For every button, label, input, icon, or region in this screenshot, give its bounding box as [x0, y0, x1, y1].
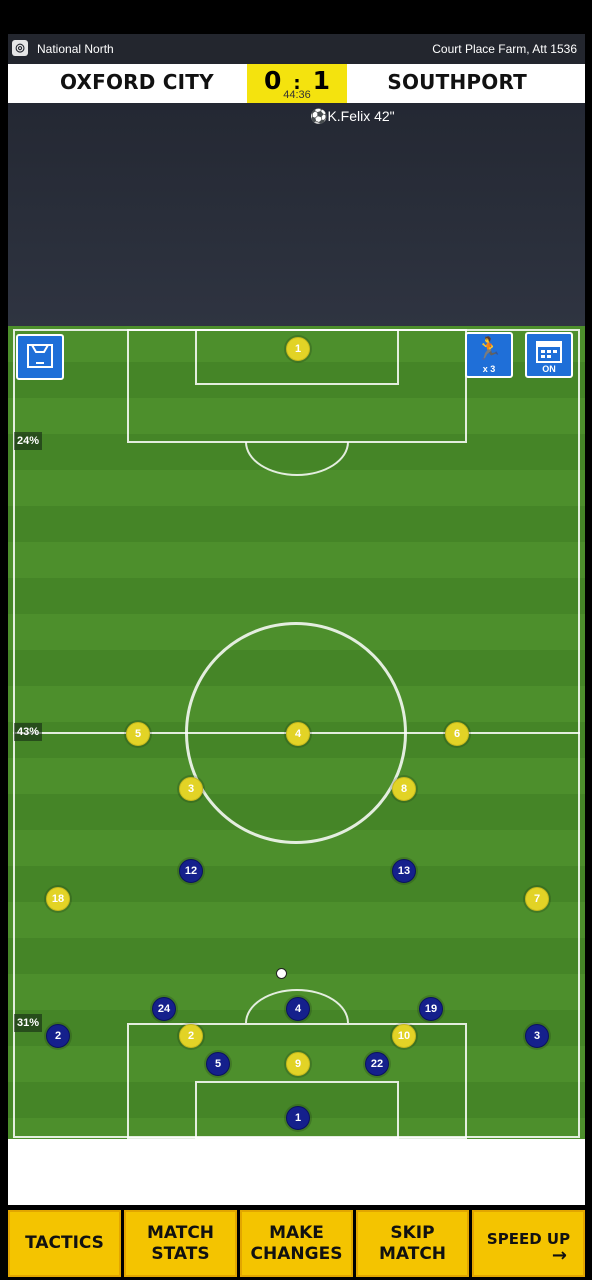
make-changes-label: MAKE CHANGES: [250, 1223, 343, 1264]
commentary-bar: [8, 1139, 585, 1205]
player-blue[interactable]: 24: [152, 997, 176, 1021]
formation-view-button[interactable]: [16, 334, 64, 380]
player-blue[interactable]: 19: [419, 997, 443, 1021]
player-yellow[interactable]: 2: [179, 1024, 203, 1048]
arrow-right-icon: →: [551, 1245, 567, 1267]
status-area: [0, 0, 592, 34]
match-info-bar: ◎ National North Court Place Farm, Att 1…: [8, 34, 585, 64]
match-stats-button[interactable]: MATCH STATS: [124, 1210, 237, 1277]
player-blue[interactable]: 12: [179, 859, 203, 883]
soccer-ball-icon: ⚽: [310, 108, 328, 124]
skip-match-button[interactable]: SKIP MATCH: [356, 1210, 469, 1277]
speed-up-button[interactable]: SPEED UP →: [472, 1210, 585, 1277]
player-blue[interactable]: 13: [392, 859, 416, 883]
player-blue[interactable]: 5: [206, 1052, 230, 1076]
commentary-area: [8, 103, 585, 326]
ball-icon: [276, 968, 287, 979]
match-clock: 44:36: [283, 89, 311, 101]
player-blue[interactable]: 22: [365, 1052, 389, 1076]
calendar-toggle-button[interactable]: ON: [525, 332, 573, 378]
player-blue[interactable]: 3: [525, 1024, 549, 1048]
possession-middle: 43%: [14, 723, 43, 741]
player-yellow[interactable]: 7: [525, 887, 549, 911]
possession-top: 24%: [14, 432, 43, 450]
player-blue[interactable]: 2: [46, 1024, 70, 1048]
tactics-button[interactable]: TACTICS: [8, 1210, 121, 1277]
player-blue[interactable]: 4: [286, 997, 310, 1021]
player-yellow[interactable]: 3: [179, 777, 203, 801]
score-box: 0:1 44:36: [247, 64, 347, 103]
player-yellow[interactable]: 1: [286, 337, 310, 361]
skip-match-label: SKIP MATCH: [378, 1223, 447, 1264]
possession-bottom: 31%: [14, 1014, 43, 1032]
shirt-board-icon: [27, 344, 53, 368]
calendar-state: ON: [542, 364, 556, 374]
speed-button[interactable]: 🏃 x 3: [465, 332, 513, 378]
bottom-action-bar: TACTICS MATCH STATS MAKE CHANGES SKIP MA…: [8, 1210, 585, 1277]
calendar-icon: [536, 341, 562, 363]
home-team-name: OXFORD CITY: [60, 70, 214, 94]
goal-scorer: K.Felix 42": [327, 108, 395, 124]
player-blue[interactable]: 1: [286, 1106, 310, 1130]
player-yellow[interactable]: 6: [445, 722, 469, 746]
venue-attendance: Court Place Farm, Att 1536: [432, 42, 577, 56]
make-changes-button[interactable]: MAKE CHANGES: [240, 1210, 353, 1277]
player-yellow[interactable]: 8: [392, 777, 416, 801]
player-yellow[interactable]: 4: [286, 722, 310, 746]
league-name: National North: [37, 42, 114, 56]
pitch: 24% 43% 31% 🏃 x 3 ON 1 5 4 6 3 8 18 7 2 …: [8, 326, 585, 1139]
goal-event: ⚽K.Felix 42": [310, 108, 395, 125]
runner-icon: 🏃: [475, 336, 503, 361]
match-stats-label: MATCH STATS: [146, 1223, 215, 1264]
player-yellow[interactable]: 10: [392, 1024, 416, 1048]
speed-label: x 3: [482, 364, 496, 374]
away-team-name: SOUTHPORT: [387, 70, 527, 94]
player-yellow[interactable]: 9: [286, 1052, 310, 1076]
league-logo-icon: ◎: [12, 40, 28, 56]
player-yellow[interactable]: 18: [46, 887, 70, 911]
scoreboard: OXFORD CITY 0:1 44:36 SOUTHPORT: [8, 64, 585, 103]
player-yellow[interactable]: 5: [126, 722, 150, 746]
